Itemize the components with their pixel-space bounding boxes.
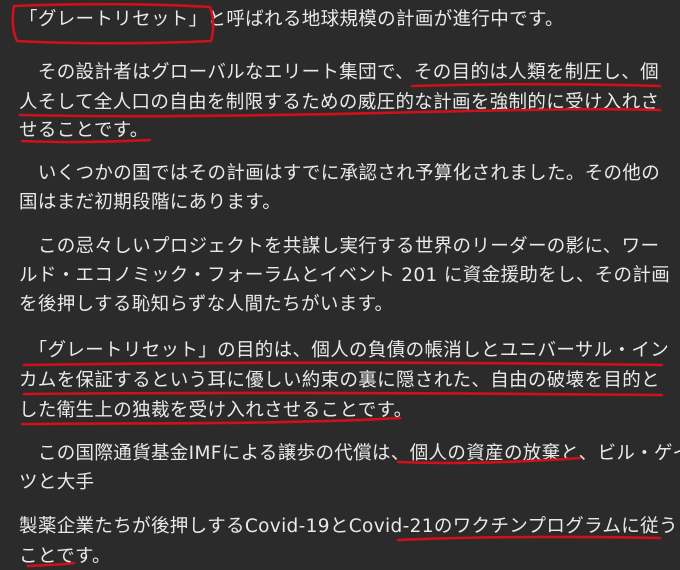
text-line: 「グレートリセット」の目的は、個人の負債の帳消しとユニバーサル・イン (19, 340, 670, 361)
text-line: ツと大手 (19, 472, 95, 493)
text-line: カムを保証するという耳に優しい約束の裏に隠された、自由の破壊を目的と (19, 370, 660, 391)
text-line: この忌々しいプロジェクトを共謀し実行する世界のリーダーの影に、ワー (19, 236, 660, 257)
text-line: 人そして全人口の自由を制限するための威圧的な計画を強制的に受け入れさ (19, 92, 660, 113)
text-line: した衛生上の独裁を受け入れさせることです。 (19, 400, 413, 421)
text-line: その設計者はグローバルなエリート集団で、その目的は人類を制圧し、個 (19, 62, 659, 83)
text-line: を後押しする恥知らずな人間たちがいます。 (19, 294, 394, 315)
text-line: いくつかの国ではその計画はすでに承認され予算化されました。その他の (19, 163, 661, 184)
text-line: 製薬企業たちが後押しするCovid-19とCovid-21のワクチンプログラムに… (19, 516, 678, 537)
text-line: ルド・エコノミック・フォーラムとイベント 201 に資金援助をし、その計画 (19, 265, 671, 286)
text-line: 国はまだ初期段階にあります。 (19, 192, 282, 213)
text-line: ことです。 (19, 546, 111, 567)
text-line: せることです。 (19, 120, 149, 141)
text-line: この国際通貨基金IMFによる譲歩の代償は、個人の資産の放棄と、ビル・ゲイ (19, 443, 680, 464)
document-body: 「グレートリセット」と呼ばれる地球規模の計画が進行中です。 その設計者はグローバ… (0, 0, 680, 570)
text-line: 「グレートリセット」と呼ばれる地球規模の計画が進行中です。 (19, 9, 564, 30)
